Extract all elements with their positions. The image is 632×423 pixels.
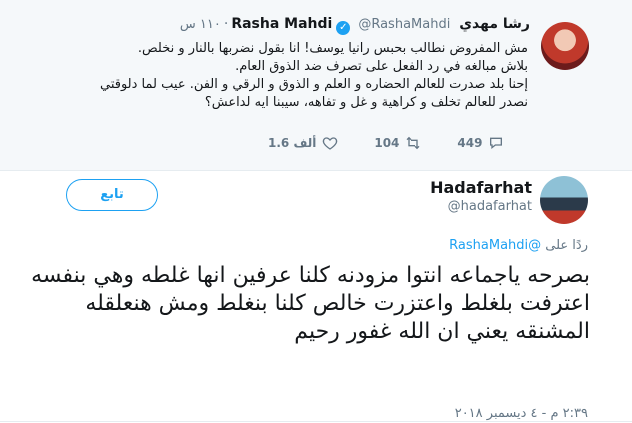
like-action[interactable]: 1.6 ألف bbox=[268, 135, 338, 151]
tweet-timestamp[interactable]: ٢:٣٩ م - ٤ ديسمبر ٢٠١٨ bbox=[455, 406, 588, 421]
like-count: 1.6 ألف bbox=[268, 136, 317, 150]
replying-to: ردًا على @RashaMahdi bbox=[449, 238, 588, 253]
author-handle[interactable]: @hadafarhat bbox=[448, 199, 532, 214]
quoted-tweet-text: مش المفروض نطالب بحبس رانيا يوسف! انا بق… bbox=[68, 40, 528, 112]
tweet-line: مش المفروض نطالب بحبس رانيا يوسف! انا بق… bbox=[137, 41, 528, 56]
avatar[interactable] bbox=[540, 176, 588, 224]
quoted-tweet-header: رشا مهدي Rasha Mahdi✓ @RashaMahdi·١١٠ س bbox=[180, 16, 530, 35]
separator: · bbox=[223, 16, 229, 32]
author-handle[interactable]: @RashaMahdi bbox=[358, 17, 450, 32]
replying-prefix: ردًا على bbox=[545, 238, 588, 253]
tweet-actions: 1.6 ألف 104 449 bbox=[268, 133, 540, 153]
tweet-time[interactable]: ١١٠ س bbox=[180, 17, 221, 32]
divider bbox=[0, 421, 632, 422]
verified-badge-icon: ✓ bbox=[336, 21, 351, 35]
quoted-tweet[interactable]: رشا مهدي Rasha Mahdi✓ @RashaMahdi·١١٠ س م… bbox=[0, 0, 632, 171]
reply-action[interactable]: 449 bbox=[457, 135, 504, 151]
reply-icon[interactable] bbox=[488, 135, 504, 151]
tweet-line: إحنا بلد صدرت للعالم الحضاره و العلم و ا… bbox=[99, 77, 528, 110]
tweet-text: بصرحه ياجماعه انتوا مزودنه كلنا عرفين ان… bbox=[31, 263, 590, 344]
tweet-line: بلاش مبالغه في رد الفعل على تصرف ضد الذو… bbox=[235, 59, 528, 74]
heart-icon[interactable] bbox=[322, 135, 338, 151]
retweet-count: 104 bbox=[374, 136, 400, 150]
replying-to-link[interactable]: @RashaMahdi bbox=[449, 238, 541, 253]
avatar[interactable] bbox=[541, 22, 589, 70]
follow-button[interactable]: تابع bbox=[66, 179, 158, 211]
retweet-action[interactable]: 104 bbox=[374, 135, 421, 151]
reply-count: 449 bbox=[457, 136, 483, 150]
author-name[interactable]: Hadafarhat bbox=[430, 178, 532, 197]
retweet-icon[interactable] bbox=[405, 135, 421, 151]
